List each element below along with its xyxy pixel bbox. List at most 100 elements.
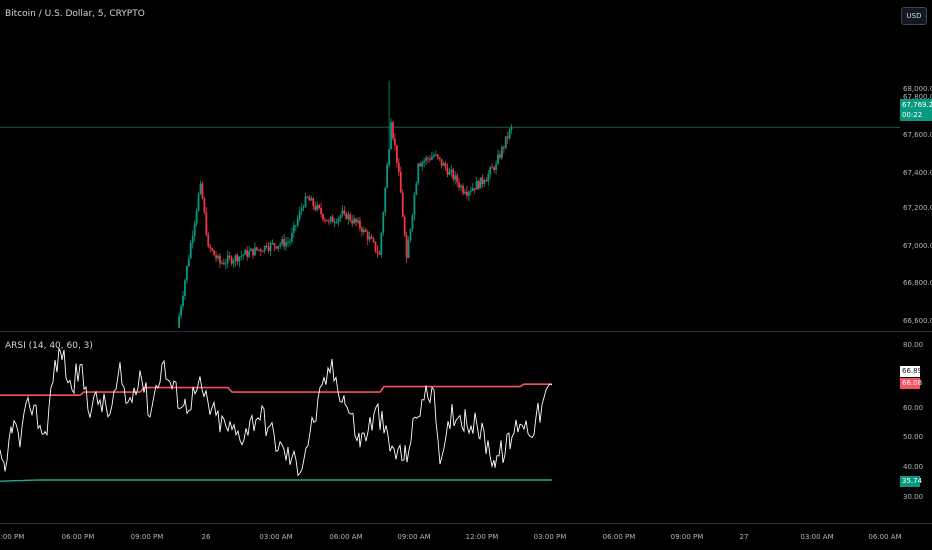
lower-band-line [0,479,552,482]
candle-body [345,213,348,220]
candle-body [292,225,295,234]
osc-tick: 80.00 [903,341,924,349]
candle-body [187,258,190,266]
candle-body [254,247,256,256]
candle-body [207,234,210,247]
candle-body [333,222,336,224]
candle-body [405,235,408,259]
candle-body [386,164,389,188]
candle-body [446,167,449,175]
candle-body [290,233,293,242]
candle-body [374,241,377,252]
candle-body [499,154,501,158]
candle-body [397,162,400,172]
candle-body [430,156,433,160]
price-chart-pane[interactable] [0,0,932,331]
candle-body [384,187,387,213]
candle-body [230,257,233,264]
candle-body [201,183,204,199]
candle-body [219,255,221,263]
candle-body [306,196,309,198]
candle-body [185,265,188,281]
candle-body [184,280,186,296]
candle-body [378,253,381,255]
candle-body [467,191,470,196]
candle-body [469,190,472,192]
candle-body [283,239,286,247]
time-tick: 09:00 AM [397,533,431,541]
candle-body [364,229,367,232]
candle-body [388,149,391,165]
candle-body [213,250,216,256]
candle-body [464,191,466,194]
candle-body [411,215,414,230]
candle-body [203,198,206,213]
candle-body [215,255,217,259]
candle-body [425,157,427,161]
candle-body [415,183,418,195]
currency-button[interactable]: USD [901,7,927,25]
candle-body [287,242,289,244]
candle-body [271,243,274,245]
candle-body [240,255,243,257]
candle-body [368,236,371,240]
candle-body [508,129,511,139]
candle-body [380,232,383,255]
price-tick: 67,400.00 [903,169,932,177]
candle-body [182,295,184,307]
candle-body [370,236,373,239]
upper-band-line [0,383,552,397]
candle-body [329,216,332,222]
candle-body [413,194,416,216]
candle-body [343,210,346,214]
candle-body [211,248,214,251]
candle-body [281,239,284,245]
candle-body [339,215,342,218]
candle-body [331,216,334,223]
candle-body [199,183,202,194]
price-tick: 67,200.00 [903,204,932,212]
candle-body [372,238,375,242]
candle-body [440,158,443,166]
candle-body [312,198,315,207]
candle-body [236,255,239,262]
candle-body [189,242,192,259]
price-chart-svg[interactable] [0,0,932,331]
candle-body [296,218,299,226]
candle-body [314,206,317,210]
candle-body [452,169,455,180]
oscillator-pane[interactable] [0,332,932,523]
time-tick: 03:00 AM [800,533,834,541]
candle-body [255,247,258,250]
candle-body [263,245,266,252]
candle-body [300,208,303,212]
candle-body [324,219,326,221]
candle-body [304,196,307,207]
candle-body [504,136,507,148]
candle-body [495,163,497,171]
candle-body [209,246,212,249]
candle-body [401,192,404,217]
candle-body [197,193,200,211]
candle-body [248,251,251,257]
lower-band-badge: 35.74 [900,476,923,487]
candle-body [244,250,247,255]
candle-body [325,219,328,222]
candle-body [195,210,198,224]
candle-body [497,154,499,164]
time-tick: 06:00 PM [602,533,636,541]
candle-body [442,163,445,166]
candle-body [360,228,363,232]
price-tick: 66,600.00 [903,317,932,325]
candle-body [322,214,324,220]
candle-body [335,222,338,224]
osc-tick: 50.00 [903,433,924,441]
candle-body [178,315,181,328]
candle-body [493,167,496,171]
candle-body [489,167,492,174]
oscillator-svg[interactable] [0,332,932,523]
candle-body [222,262,225,265]
candle-body [224,263,227,265]
candle-body [421,162,424,167]
candle-body [362,229,365,232]
